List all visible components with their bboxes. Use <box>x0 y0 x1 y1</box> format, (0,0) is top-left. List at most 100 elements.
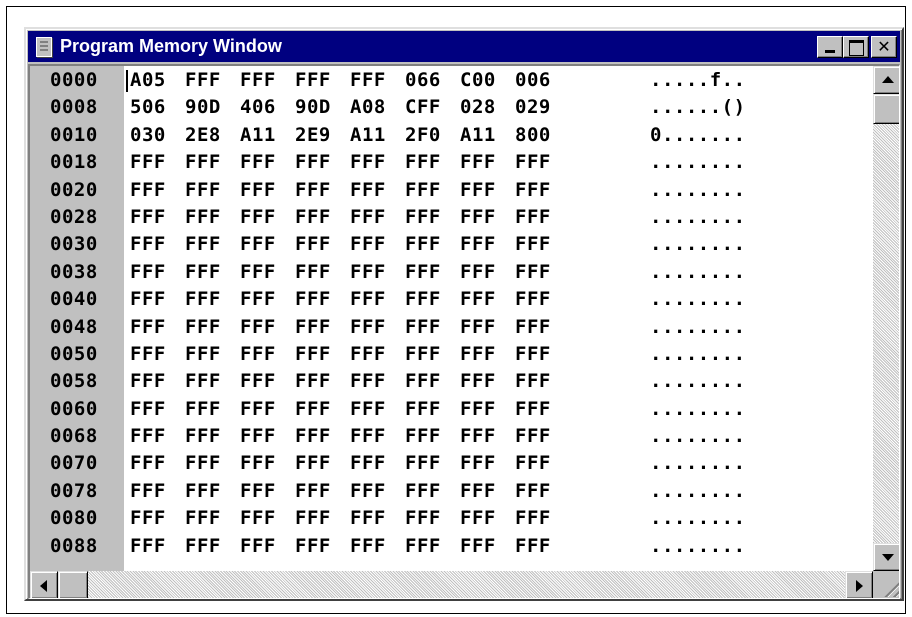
memory-word[interactable]: FFF <box>405 259 441 285</box>
memory-word[interactable]: 90D <box>295 94 331 120</box>
memory-word[interactable]: FFF <box>185 505 221 531</box>
memory-word[interactable]: FFF <box>405 204 441 230</box>
memory-word[interactable]: FFF <box>130 314 166 340</box>
memory-word[interactable]: A05 <box>130 67 166 93</box>
memory-word[interactable]: FFF <box>185 341 221 367</box>
memory-word[interactable]: FFF <box>460 341 496 367</box>
memory-word[interactable]: FFF <box>460 231 496 257</box>
title-bar[interactable]: Program Memory Window ✕ <box>28 31 900 62</box>
memory-row[interactable]: 0060 FFF FFF FFF FFF FFF FFF FFF FFF........ <box>30 395 873 422</box>
memory-word[interactable]: 006 <box>515 67 551 93</box>
memory-word[interactable]: 029 <box>515 94 551 120</box>
memory-word[interactable]: FFF <box>350 450 386 476</box>
memory-word[interactable]: FFF <box>130 505 166 531</box>
memory-row[interactable]: 0088 FFF FFF FFF FFF FFF FFF FFF FFF........ <box>30 532 873 559</box>
memory-word[interactable]: FFF <box>240 314 276 340</box>
memory-word[interactable]: FFF <box>515 286 551 312</box>
memory-word[interactable]: FFF <box>130 149 166 175</box>
memory-word[interactable]: CFF <box>405 94 441 120</box>
memory-word[interactable]: FFF <box>460 423 496 449</box>
memory-word[interactable]: FFF <box>130 177 166 203</box>
memory-word[interactable]: FFF <box>240 533 276 559</box>
memory-word[interactable]: FFF <box>405 177 441 203</box>
memory-word[interactable]: FFF <box>295 67 331 93</box>
memory-word[interactable]: FFF <box>185 423 221 449</box>
horizontal-scrollbar[interactable] <box>30 571 873 598</box>
memory-word[interactable]: A08 <box>350 94 386 120</box>
memory-word[interactable]: FFF <box>350 368 386 394</box>
memory-word[interactable]: FFF <box>240 177 276 203</box>
memory-word[interactable]: FFF <box>515 314 551 340</box>
memory-word[interactable]: 406 <box>240 94 276 120</box>
memory-word[interactable]: FFF <box>295 177 331 203</box>
memory-word[interactable]: FFF <box>240 505 276 531</box>
close-button[interactable]: ✕ <box>871 36 897 58</box>
memory-word[interactable]: 800 <box>515 122 551 148</box>
memory-word[interactable]: FFF <box>295 505 331 531</box>
memory-word[interactable]: FFF <box>185 204 221 230</box>
memory-word[interactable]: FFF <box>350 341 386 367</box>
memory-word[interactable]: FFF <box>185 149 221 175</box>
memory-word[interactable]: FFF <box>240 423 276 449</box>
memory-word[interactable]: FFF <box>460 149 496 175</box>
memory-word[interactable]: FFF <box>295 396 331 422</box>
memory-word[interactable]: FFF <box>350 204 386 230</box>
memory-word[interactable]: FFF <box>405 478 441 504</box>
memory-word[interactable]: 90D <box>185 94 221 120</box>
memory-word[interactable]: FFF <box>460 505 496 531</box>
memory-word[interactable]: FFF <box>405 149 441 175</box>
memory-word[interactable]: FFF <box>350 259 386 285</box>
memory-row[interactable]: 0048 FFF FFF FFF FFF FFF FFF FFF FFF........ <box>30 313 873 340</box>
memory-row[interactable]: 0068 FFF FFF FFF FFF FFF FFF FFF FFF........ <box>30 422 873 449</box>
scroll-right-button[interactable] <box>845 571 873 598</box>
memory-row[interactable]: 0010 030 2E8 A11 2E9 A11 2F0 A11 800 0....... <box>30 121 873 148</box>
size-grip-icon[interactable] <box>873 571 899 598</box>
memory-word[interactable]: FFF <box>405 286 441 312</box>
memory-row[interactable]: 0000 A05 FFF FFF FFF FFF 066 C00 006 .....f.. <box>30 66 873 93</box>
memory-word[interactable]: FFF <box>405 341 441 367</box>
memory-word[interactable]: FFF <box>350 149 386 175</box>
memory-word[interactable]: FFF <box>240 231 276 257</box>
memory-row[interactable]: 0038 FFF FFF FFF FFF FFF FFF FFF FFF........ <box>30 258 873 285</box>
memory-row[interactable]: 0058 FFF FFF FFF FFF FFF FFF FFF FFF........ <box>30 367 873 394</box>
memory-word[interactable]: FFF <box>240 396 276 422</box>
memory-word[interactable]: FFF <box>240 204 276 230</box>
memory-word[interactable]: FFF <box>460 204 496 230</box>
scroll-up-button[interactable] <box>873 66 899 94</box>
memory-row[interactable]: 0018 FFF FFF FFF FFF FFF FFF FFF FFF........ <box>30 148 873 175</box>
memory-word[interactable]: FFF <box>130 478 166 504</box>
memory-word[interactable]: FFF <box>185 478 221 504</box>
vertical-scrollbar[interactable] <box>873 66 899 571</box>
maximize-button[interactable] <box>843 36 869 58</box>
memory-word[interactable]: FFF <box>405 231 441 257</box>
memory-word[interactable]: A11 <box>350 122 386 148</box>
memory-word[interactable]: FFF <box>350 231 386 257</box>
memory-word[interactable]: FFF <box>295 204 331 230</box>
memory-word[interactable]: FFF <box>130 204 166 230</box>
vertical-scroll-thumb[interactable] <box>873 94 899 124</box>
memory-word[interactable]: FFF <box>130 231 166 257</box>
memory-word[interactable]: FFF <box>185 259 221 285</box>
memory-word[interactable]: FFF <box>240 450 276 476</box>
memory-word[interactable]: FFF <box>515 478 551 504</box>
memory-word[interactable]: FFF <box>515 368 551 394</box>
memory-word[interactable]: FFF <box>515 259 551 285</box>
horizontal-scroll-thumb[interactable] <box>58 571 88 598</box>
memory-word[interactable]: FFF <box>515 505 551 531</box>
memory-row[interactable]: 0080 FFF FFF FFF FFF FFF FFF FFF FFF........ <box>30 504 873 531</box>
memory-word[interactable]: FFF <box>240 67 276 93</box>
memory-word[interactable]: FFF <box>460 286 496 312</box>
memory-word[interactable]: FFF <box>130 341 166 367</box>
memory-word[interactable]: A11 <box>240 122 276 148</box>
memory-word[interactable]: FFF <box>350 314 386 340</box>
memory-word[interactable]: FFF <box>350 423 386 449</box>
memory-word[interactable]: FFF <box>515 396 551 422</box>
memory-row[interactable]: 0020 FFF FFF FFF FFF FFF FFF FFF FFF........ <box>30 176 873 203</box>
memory-word[interactable]: 2E9 <box>295 122 331 148</box>
memory-word[interactable]: FFF <box>130 450 166 476</box>
memory-word[interactable]: 506 <box>130 94 166 120</box>
memory-word[interactable]: FFF <box>460 478 496 504</box>
memory-word[interactable]: FFF <box>350 67 386 93</box>
memory-word[interactable]: FFF <box>240 341 276 367</box>
memory-word[interactable]: FFF <box>240 368 276 394</box>
